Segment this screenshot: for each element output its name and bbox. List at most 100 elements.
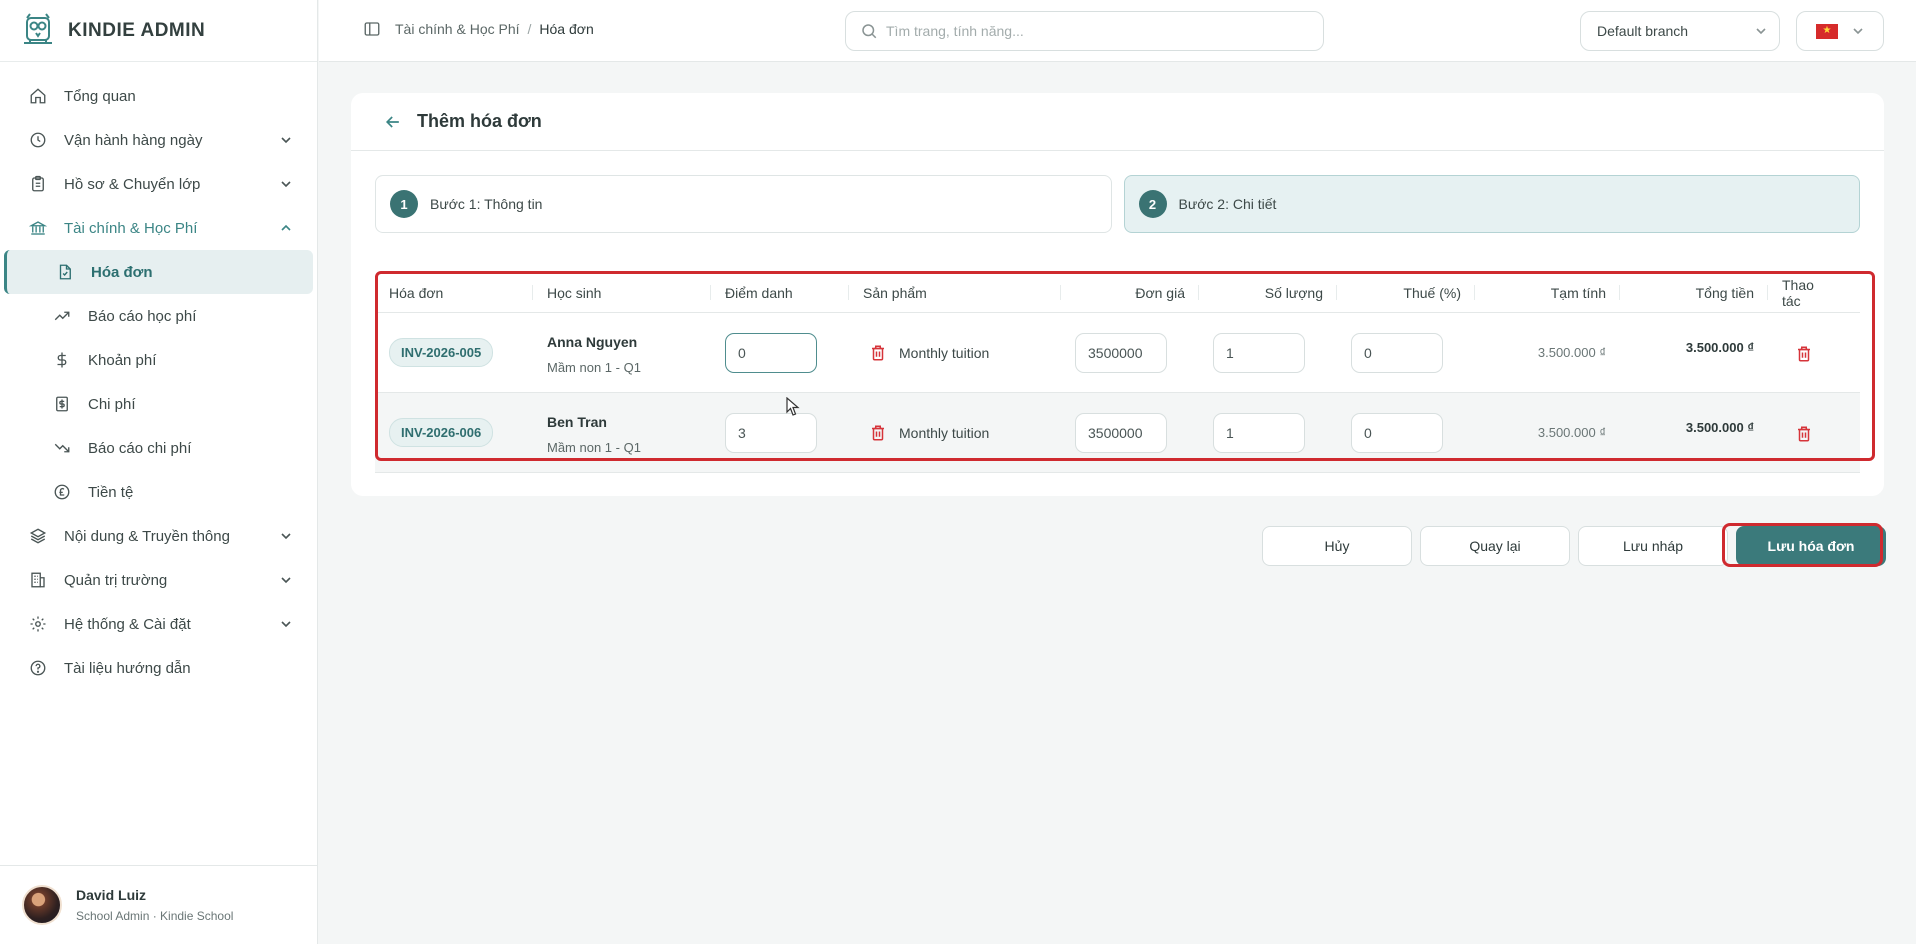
total-value: 3.500.000 ₫ [1685, 420, 1754, 435]
table-header: Hóa đơn Học sinh Điểm danh Sản phẩm Đơn … [375, 273, 1860, 313]
bank-icon [28, 218, 48, 238]
step-label: Bước 1: Thông tin [430, 196, 543, 212]
breadcrumb-item-invoices: Hóa đơn [539, 21, 594, 37]
sidebar-item-finance[interactable]: Tài chính & Học Phí [0, 206, 317, 250]
column-header: Thuế (%) [1337, 273, 1475, 312]
product-name: Monthly tuition [899, 424, 990, 441]
receipt-dollar-icon [52, 394, 72, 414]
sidebar-item-records[interactable]: Hồ sơ & Chuyển lớp [0, 162, 317, 206]
unit-price-input[interactable] [1075, 412, 1167, 453]
page-title: Thêm hóa đơn [417, 111, 542, 131]
column-header: Học sinh [533, 273, 711, 312]
sidebar-subitem-label: Chi phí [88, 395, 136, 413]
invoice-file-icon [55, 262, 75, 282]
breadcrumb-item-finance[interactable]: Tài chính & Học Phí [395, 21, 520, 37]
invoice-number-badge: INV-2026-005 [389, 338, 494, 367]
invoice-items-table: Hóa đơn Học sinh Điểm danh Sản phẩm Đơn … [375, 273, 1860, 473]
sidebar-item-docs[interactable]: Tài liệu hướng dẫn [0, 646, 317, 690]
column-header: Đơn giá [1061, 273, 1199, 312]
user-name: David Luiz [76, 887, 147, 903]
delete-row-trash-icon[interactable] [1795, 424, 1813, 442]
mouse-cursor-icon [786, 397, 800, 416]
sidebar-subitem-label: Báo cáo chi phí [88, 439, 192, 457]
student-name: Ben Tran [547, 414, 607, 430]
save-draft-button[interactable]: Lưu nháp [1578, 526, 1728, 566]
attendance-input[interactable] [725, 332, 817, 373]
topbar: Tài chính & Học Phí / Hóa đơn Default br… [319, 0, 1916, 62]
sidebar-subitem-label: Tiền tệ [88, 483, 134, 501]
clipboard-icon [28, 174, 48, 194]
form-actions: Hủy Quay lại Lưu nháp Lưu hóa đơn [1262, 526, 1886, 566]
tax-input[interactable] [1351, 332, 1443, 373]
user-card[interactable]: David Luiz School Admin · Kindie School [0, 865, 318, 944]
brand[interactable]: KINDIE ADMIN [0, 0, 317, 62]
total-value: 3.500.000 ₫ [1685, 340, 1754, 355]
delete-row-trash-icon[interactable] [1795, 344, 1813, 362]
step-details[interactable]: 2 Bước 2: Chi tiết [1123, 175, 1860, 233]
cancel-button[interactable]: Hủy [1262, 526, 1412, 566]
sidebar-subitem-expense-report[interactable]: Báo cáo chi phí [0, 426, 317, 470]
branch-select[interactable]: Default branch [1580, 11, 1780, 51]
back-button[interactable]: Quay lại [1420, 526, 1570, 566]
search-input[interactable] [886, 23, 1323, 39]
step-number: 2 [1138, 190, 1167, 218]
chevron-down-icon [279, 529, 293, 543]
trend-up-icon [52, 306, 72, 326]
sidebar-item-overview[interactable]: Tổng quan [0, 74, 317, 118]
user-role: School Admin · Kindie School [76, 909, 234, 923]
attendance-input[interactable] [725, 412, 817, 453]
brand-name: KINDIE ADMIN [68, 19, 206, 41]
tax-input[interactable] [1351, 412, 1443, 453]
column-header: Điểm danh [711, 273, 849, 312]
invoice-number-badge: INV-2026-006 [389, 418, 494, 447]
help-circle-icon [28, 658, 48, 678]
sidebar-item-school-admin[interactable]: Quản trị trường [0, 558, 317, 602]
chevron-up-icon [279, 221, 293, 235]
sidebar-item-label: Tổng quan [64, 87, 136, 105]
remove-product-trash-icon[interactable] [869, 344, 887, 362]
step-label: Bước 2: Chi tiết [1178, 196, 1277, 212]
unit-price-input[interactable] [1075, 332, 1167, 373]
branch-select-value: Default branch [1597, 23, 1689, 39]
search-icon [862, 24, 877, 39]
pound-circle-icon [52, 482, 72, 502]
sidebar-toggle-icon[interactable] [363, 20, 381, 38]
owl-logo-icon [24, 12, 52, 44]
avatar [22, 885, 62, 925]
dollar-icon [52, 350, 72, 370]
quantity-input[interactable] [1213, 332, 1305, 373]
sidebar-item-label: Nội dung & Truyền thông [64, 527, 230, 545]
sidebar-item-content[interactable]: Nội dung & Truyền thông [0, 514, 317, 558]
language-select[interactable]: ★ [1796, 11, 1884, 51]
sidebar-item-settings[interactable]: Hệ thống & Cài đặt [0, 602, 317, 646]
sidebar-subitem-invoices[interactable]: Hóa đơn [4, 250, 313, 294]
product-name: Monthly tuition [899, 344, 990, 361]
sidebar-item-daily-operations[interactable]: Vận hành hàng ngày [0, 118, 317, 162]
layers-icon [28, 526, 48, 546]
column-header: Số lượng [1199, 273, 1337, 312]
quantity-input[interactable] [1213, 412, 1305, 453]
invoice-form-card: Thêm hóa đơn 1 Bước 1: Thông tin 2 Bước … [351, 93, 1884, 496]
card-header: Thêm hóa đơn [351, 93, 1884, 151]
back-arrow-icon[interactable] [383, 112, 403, 132]
table-row: INV-2026-006 Ben Tran Mầm non 1 - Q1 Mon… [375, 393, 1860, 473]
student-class: Mầm non 1 - Q1 [547, 440, 641, 455]
chevron-down-icon [279, 573, 293, 587]
sidebar-subitem-label: Báo cáo học phí [88, 307, 197, 325]
chevron-down-icon [279, 133, 293, 147]
sidebar-subitem-currency[interactable]: Tiền tệ [0, 470, 317, 514]
column-header: Sản phẩm [849, 273, 1061, 312]
step-info[interactable]: 1 Bước 1: Thông tin [375, 175, 1112, 233]
trend-down-icon [52, 438, 72, 458]
sidebar-subitem-expenses[interactable]: Chi phí [0, 382, 317, 426]
sidebar-subitem-tuition-report[interactable]: Báo cáo học phí [0, 294, 317, 338]
column-header: Tổng tiền [1620, 273, 1768, 312]
breadcrumb-separator: / [527, 21, 532, 37]
gear-icon [28, 614, 48, 634]
save-invoice-button[interactable]: Lưu hóa đơn [1736, 526, 1886, 566]
search-box[interactable] [845, 11, 1324, 51]
sidebar-item-label: Hồ sơ & Chuyển lớp [64, 175, 201, 193]
sidebar-subitem-fees[interactable]: Khoản phí [0, 338, 317, 382]
step-number: 1 [390, 190, 418, 218]
remove-product-trash-icon[interactable] [869, 424, 887, 442]
